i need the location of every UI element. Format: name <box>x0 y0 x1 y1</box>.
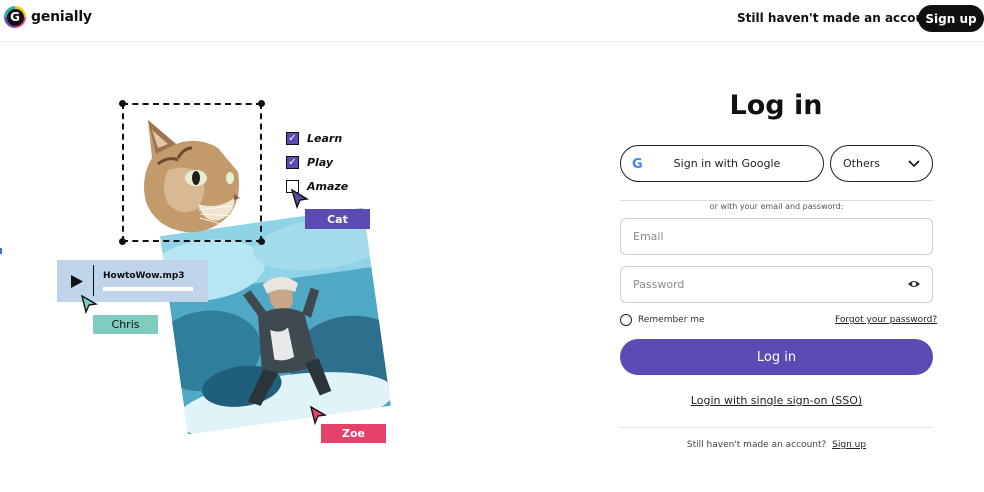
collaborator-tag-cat: Cat <box>305 209 370 229</box>
remember-me-radio[interactable] <box>620 314 632 326</box>
others-label: Others <box>843 157 880 170</box>
genially-logo-icon: G <box>4 6 26 28</box>
eye-icon[interactable] <box>907 279 921 289</box>
frame-handle <box>119 238 126 245</box>
audio-separator <box>93 265 94 296</box>
email-field[interactable] <box>620 218 933 255</box>
cat-image <box>144 120 240 233</box>
others-dropdown[interactable]: Others <box>830 145 933 182</box>
google-icon: G <box>632 157 643 172</box>
chevron-down-icon <box>908 160 920 168</box>
brand-name: genially <box>31 9 92 25</box>
divider-text: or with your email and password: <box>620 194 933 213</box>
collaborator-tag-chris: Chris <box>93 315 158 334</box>
frame-handle <box>258 238 265 245</box>
checklist-item[interactable]: ✓ Play <box>286 156 333 169</box>
header-signup-button[interactable]: Sign up <box>918 5 984 32</box>
checklist-label: Learn <box>307 132 343 145</box>
google-signin-label: Sign in with Google <box>673 157 781 170</box>
login-button[interactable]: Log in <box>620 339 933 375</box>
remember-me-option[interactable]: Remember me <box>620 314 705 326</box>
collaborator-tag-zoe: Zoe <box>321 424 386 443</box>
forgot-password-link[interactable]: Forgot your password? <box>835 315 937 325</box>
cursor-pointer-icon <box>290 188 310 210</box>
cursor-pointer-icon <box>309 405 327 425</box>
page-title: Log in <box>729 90 823 121</box>
play-icon[interactable] <box>70 274 84 289</box>
genially-logo[interactable]: G genially <box>4 6 92 28</box>
frame-handle <box>258 100 265 107</box>
checkbox-checked-icon[interactable]: ✓ <box>286 132 299 145</box>
divider-label: or with your email and password: <box>705 202 848 211</box>
password-field[interactable] <box>620 266 933 303</box>
bottom-divider <box>620 427 933 428</box>
checkbox-checked-icon[interactable]: ✓ <box>286 156 299 169</box>
checklist-label: Amaze <box>307 180 349 193</box>
remember-me-label: Remember me <box>638 315 705 325</box>
bottom-prompt-text: Still haven't made an account? <box>686 440 827 450</box>
audio-progress-bar[interactable] <box>103 287 193 291</box>
google-signin-button[interactable]: G Sign in with Google <box>620 145 824 182</box>
frame-handle <box>119 100 126 107</box>
sso-login-link[interactable]: Login with single sign-on (SSO) <box>620 394 933 407</box>
top-bar: G genially Still haven't made an account… <box>0 0 984 42</box>
audio-filename: HowtoWow.mp3 <box>103 271 185 281</box>
header-account-prompt: Still haven't made an account? <box>737 11 946 25</box>
checklist-item[interactable]: ✓ Learn <box>286 132 342 145</box>
bottom-account-prompt: Still haven't made an account? Sign up <box>620 440 933 450</box>
checklist-label: Play <box>307 156 334 169</box>
cursor-pointer-icon <box>80 294 98 314</box>
edge-marker <box>0 248 2 254</box>
bottom-signup-link[interactable]: Sign up <box>832 440 866 450</box>
